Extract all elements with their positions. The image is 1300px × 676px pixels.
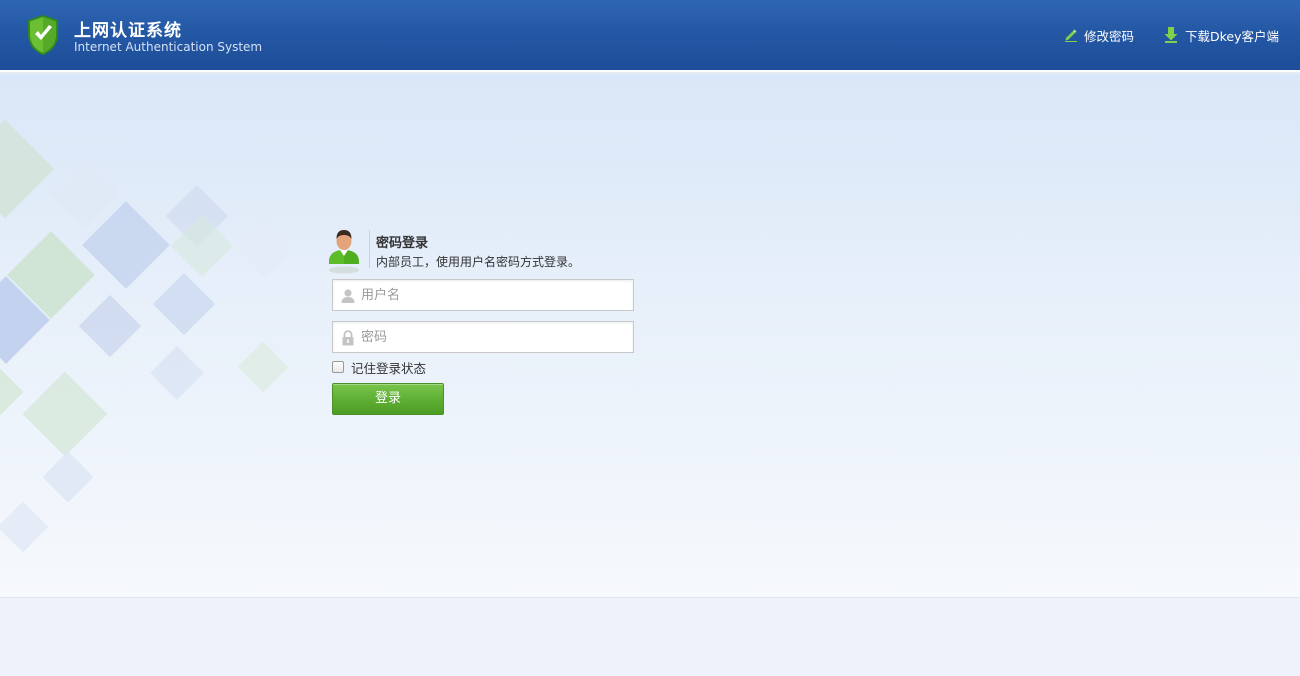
download-client-label: 下载Dkey客户端	[1185, 28, 1280, 44]
password-field[interactable]	[332, 321, 634, 353]
user-avatar-icon	[329, 230, 359, 274]
download-arrow-icon	[1164, 27, 1178, 43]
remember-me: 记住登录状态	[332, 358, 426, 377]
login-title: 密码登录	[376, 236, 429, 251]
remember-label[interactable]: 记住登录状态	[351, 358, 426, 377]
main-content	[0, 74, 1300, 597]
remember-checkbox[interactable]	[332, 361, 344, 373]
user-icon	[341, 289, 355, 303]
username-field[interactable]	[332, 279, 634, 311]
footer	[0, 597, 1300, 676]
change-password-link[interactable]: 修改密码	[1064, 26, 1134, 44]
lock-icon	[342, 330, 354, 346]
login-header: 密码登录 内部员工，使用用户名密码方式登录。	[327, 228, 647, 274]
pencil-icon	[1065, 29, 1077, 42]
shield-check-icon	[28, 15, 58, 55]
login-description: 内部员工，使用用户名密码方式登录。	[376, 255, 581, 269]
download-client-link[interactable]: 下载Dkey客户端	[1163, 26, 1279, 44]
decorative-diamond-pattern	[0, 119, 294, 553]
username-input[interactable]	[361, 280, 631, 310]
system-title: 上网认证系统	[74, 21, 182, 41]
system-subtitle: Internet Authentication System	[74, 40, 263, 54]
password-input[interactable]	[361, 322, 631, 352]
header-divider	[369, 230, 370, 268]
change-password-label: 修改密码	[1084, 28, 1135, 44]
login-button[interactable]: 登录	[332, 383, 444, 415]
top-header: 上网认证系统 Internet Authentication System 修改…	[0, 0, 1300, 70]
